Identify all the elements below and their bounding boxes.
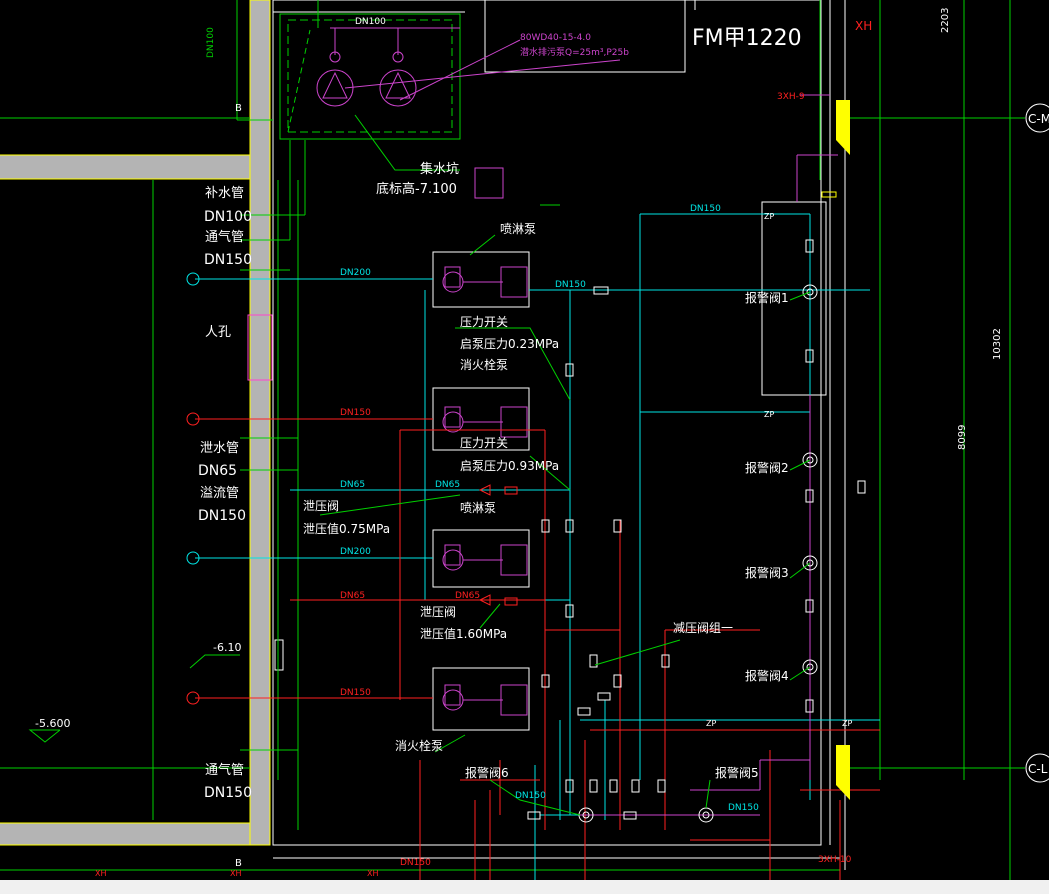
pump-label-4: 消火栓泵	[395, 738, 443, 753]
pressure-switch-1: 压力开关	[460, 315, 508, 329]
sump-top-size: DN100	[355, 17, 386, 27]
label-overflow-pipe: 溢流管	[200, 486, 239, 501]
pump-label-1: 喷淋泵	[500, 222, 536, 236]
pipe-size-1: DN200	[340, 268, 371, 278]
pipe-size-13: DN150	[515, 791, 546, 801]
alarm-valve-4: 报警阀4	[745, 668, 789, 683]
axis-tag-3: XH	[95, 869, 107, 878]
label-drain-dn: DN65	[198, 463, 237, 479]
alarm-valve-5: 报警阀5	[715, 765, 759, 780]
labels: FM甲1220 80WD40-15-4.0 潜水排污泵Q=25m³,P25b D…	[35, 8, 1049, 878]
grid-c-m: C-M	[1028, 112, 1049, 126]
grid-c-l: C-L	[1028, 762, 1048, 776]
label-makeup-dn: DN100	[204, 209, 252, 225]
relief-valve-1-value: 泄压值0.75MPa	[303, 521, 390, 536]
valves	[527, 239, 866, 820]
zp-2: ZP	[764, 410, 774, 419]
zp-4: ZP	[842, 719, 852, 728]
dim-2203: 2203	[940, 8, 951, 33]
label-drain-pipe: 泄水管	[200, 441, 239, 456]
equipment-note-2: 潜水排污泵Q=25m³,P25b	[520, 46, 629, 58]
pump-symbols	[442, 266, 528, 716]
pipe-size-11: DN150	[728, 803, 759, 813]
axis-tag-6: XH	[855, 19, 872, 33]
axis-tag-4: XH	[230, 869, 242, 878]
pump-label-3: 喷淋泵	[460, 501, 496, 515]
pipe-size-5: DN65	[435, 480, 460, 490]
label-makeup-pipe: 补水管	[205, 186, 244, 201]
relief-valve-2: 泄压阀	[420, 605, 456, 619]
status-strip	[0, 880, 1049, 894]
reducing-valve-group: 减压阀组一	[673, 621, 733, 635]
grid-b-top: B	[235, 103, 242, 114]
leaders	[319, 114, 811, 816]
alarm-valve-2: 报警阀2	[745, 460, 789, 475]
magenta-lines	[580, 94, 838, 816]
pipe-size-4: DN65	[340, 480, 365, 490]
label-vent-dn: DN150	[204, 252, 252, 268]
pipe-size-3: DN150	[340, 408, 371, 418]
sump-level: 底标高-7.100	[376, 181, 457, 197]
pipe-size-14: DN100	[206, 27, 216, 58]
sump-name: 集水坑	[420, 161, 459, 177]
level-2: -5.600	[35, 717, 70, 730]
pipe-size-6: DN65	[340, 591, 365, 601]
axis-tag-5: XH	[367, 869, 379, 878]
alarm-valve-symbols	[578, 284, 818, 823]
axis-tag-1: 3XH-9	[777, 92, 805, 102]
cad-drawing: FM甲1220 80WD40-15-4.0 潜水排污泵Q=25m³,P25b D…	[0, 0, 1049, 880]
pipe-size-8: DN65	[455, 591, 480, 601]
pressure-switch-2-value: 启泵压力0.93MPa	[460, 459, 559, 473]
label-vent-pipe-2: 通气管	[205, 762, 244, 778]
label-overflow-dn: DN150	[198, 508, 246, 524]
pipe-size-7: DN200	[340, 547, 371, 557]
alarm-valve-1: 报警阀1	[745, 290, 789, 305]
dim-10302: 10302	[992, 328, 1003, 360]
zp-3: ZP	[706, 719, 716, 728]
pressure-switch-2: 压力开关	[460, 436, 508, 450]
level-1: -6.10	[213, 641, 241, 654]
alarm-valve-6: 报警阀6	[465, 765, 509, 780]
pipe-size-9: DN150	[340, 688, 371, 698]
relief-valve-2-value: 泄压值1.60MPa	[420, 626, 507, 641]
dim-8099: 8099	[957, 425, 968, 450]
pump-label-2: 消火栓泵	[460, 357, 508, 372]
pipe-size-2: DN150	[555, 280, 586, 290]
axis-tag-2: 3XH-10	[818, 855, 852, 865]
pipe-size-12: DN150	[400, 858, 431, 868]
label-vent-dn-2: DN150	[204, 785, 252, 801]
label-vent-pipe: 通气管	[205, 229, 244, 245]
zp-1: ZP	[764, 212, 774, 221]
pipe-size-10: DN150	[690, 204, 721, 214]
alarm-valve-3: 报警阀3	[745, 565, 789, 580]
room-outlines	[272, 0, 846, 870]
drawing-title: FM甲1220	[692, 26, 802, 51]
equipment-note-1: 80WD40-15-4.0	[520, 33, 591, 43]
pressure-switch-1-value: 启泵压力0.23MPa	[460, 337, 559, 351]
inlet-circles	[186, 103, 1049, 783]
relief-valve-1: 泄压阀	[303, 499, 339, 513]
grid-b-bottom: B	[235, 858, 242, 869]
label-manhole: 人孔	[205, 325, 231, 340]
green-lines	[0, 0, 1025, 880]
